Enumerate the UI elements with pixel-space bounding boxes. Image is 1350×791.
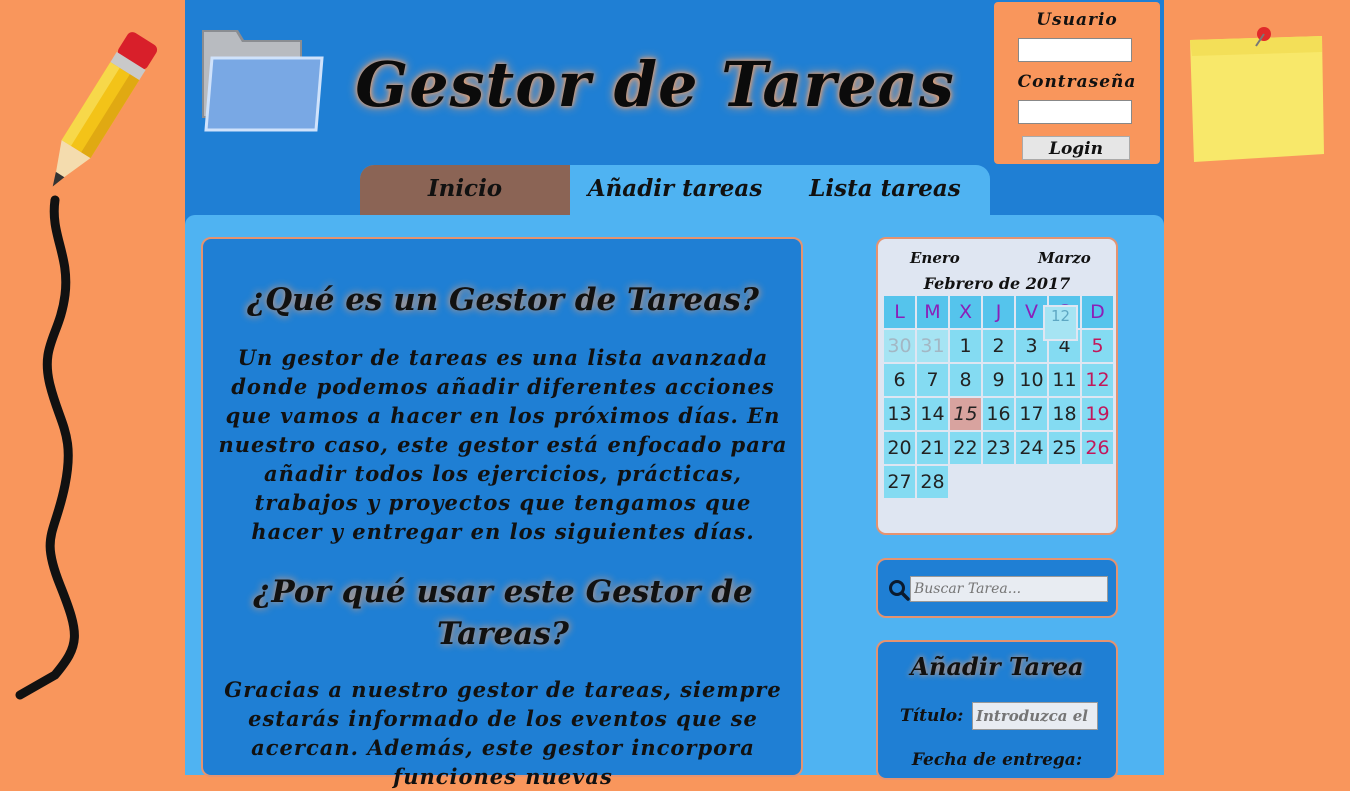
calendar-widget: Enero Marzo Febrero de 2017 L M X J V S …	[876, 237, 1118, 535]
calendar-day[interactable]: 20	[882, 430, 917, 466]
username-input[interactable]	[1018, 38, 1132, 62]
calendar-day[interactable]: 5	[1080, 328, 1115, 364]
calendar-prev-month[interactable]: Enero	[910, 249, 960, 267]
main-nav: Inicio Añadir tareas Lista tareas	[360, 165, 990, 215]
calendar-day[interactable]: 21	[915, 430, 950, 466]
article-paragraph-why: Gracias a nuestro gestor de tareas, siem…	[224, 677, 782, 789]
calendar-day[interactable]: 9	[981, 362, 1016, 398]
calendar-day[interactable]: 14	[915, 396, 950, 432]
calendar-day[interactable]: 27	[882, 464, 917, 500]
scribble-line-icon	[15, 195, 79, 700]
pencil-icon	[52, 32, 158, 187]
article-paragraph-what: Un gestor de tareas es una lista avanzad…	[218, 345, 788, 544]
add-task-box: Añadir Tarea Título: Fecha de entrega:	[876, 640, 1118, 780]
calendar-day[interactable]: 12	[1043, 305, 1078, 341]
calendar-day[interactable]: 11	[1047, 362, 1082, 398]
calendar-day[interactable]: 25	[1047, 430, 1082, 466]
search-input[interactable]	[910, 576, 1108, 602]
search-box	[876, 558, 1118, 618]
calendar-day[interactable]: 19	[1080, 396, 1115, 432]
calendar-day[interactable]: 22	[948, 430, 983, 466]
calendar-day[interactable]: 7	[915, 362, 950, 398]
username-label: Usuario	[1036, 10, 1118, 30]
article-heading-why: ¿Por qué usar este Gestor de Tareas?	[253, 574, 753, 652]
login-button[interactable]: Login	[1022, 136, 1130, 160]
search-icon[interactable]	[888, 579, 910, 601]
add-task-heading: Añadir Tarea	[910, 652, 1084, 681]
tab-anadir-tareas[interactable]: Añadir tareas	[585, 165, 765, 215]
weekday-header: X	[948, 294, 983, 330]
calendar-day[interactable]: 13	[882, 396, 917, 432]
calendar-month-title: Febrero de 2017	[923, 274, 1071, 293]
calendar-day[interactable]: 28	[915, 464, 950, 500]
calendar-day[interactable]: 10	[1014, 362, 1049, 398]
weekday-header: L	[882, 294, 917, 330]
password-label: Contraseña	[1017, 72, 1137, 92]
calendar-day[interactable]: 16	[981, 396, 1016, 432]
calendar-next-month[interactable]: Marzo	[1038, 249, 1091, 267]
calendar-day[interactable]: 24	[1014, 430, 1049, 466]
calendar-grid: L M X J V S D 30 31 1 2 3 4 5 6 7	[882, 294, 1115, 500]
weekday-header: M	[915, 294, 950, 330]
password-input[interactable]	[1018, 100, 1132, 124]
info-article: ¿Qué es un Gestor de Tareas? Un gestor d…	[201, 237, 803, 789]
weekday-header: D	[1080, 294, 1115, 330]
calendar-day[interactable]: 17	[1014, 396, 1049, 432]
task-title-label: Título:	[900, 706, 964, 726]
tab-inicio[interactable]: Inicio	[360, 165, 570, 215]
calendar-day[interactable]: 18	[1047, 396, 1082, 432]
site-title: Gestor de Tareas	[355, 48, 955, 121]
sticky-note-icon	[1190, 27, 1324, 162]
calendar-day[interactable]: 12	[1080, 362, 1115, 398]
calendar-day[interactable]: 2	[981, 328, 1016, 364]
due-date-label: Fecha de entrega:	[911, 750, 1083, 770]
calendar-day-today[interactable]: 15	[948, 396, 983, 432]
article-heading-what: ¿Qué es un Gestor de Tareas?	[247, 282, 759, 318]
calendar-day[interactable]: 6	[882, 362, 917, 398]
weekday-header: J	[981, 294, 1016, 330]
task-title-input[interactable]	[972, 702, 1098, 730]
login-box: Usuario Contraseña Login	[994, 2, 1160, 164]
calendar-day[interactable]: 26	[1080, 430, 1115, 466]
calendar-day[interactable]: 30	[882, 328, 917, 364]
calendar-day[interactable]: 23	[981, 430, 1016, 466]
tab-lista-tareas[interactable]: Lista tareas	[800, 165, 970, 215]
calendar-day[interactable]: 8	[948, 362, 983, 398]
calendar-day[interactable]: 31	[915, 328, 950, 364]
calendar-day[interactable]: 1	[948, 328, 983, 364]
folder-icon	[202, 30, 324, 132]
